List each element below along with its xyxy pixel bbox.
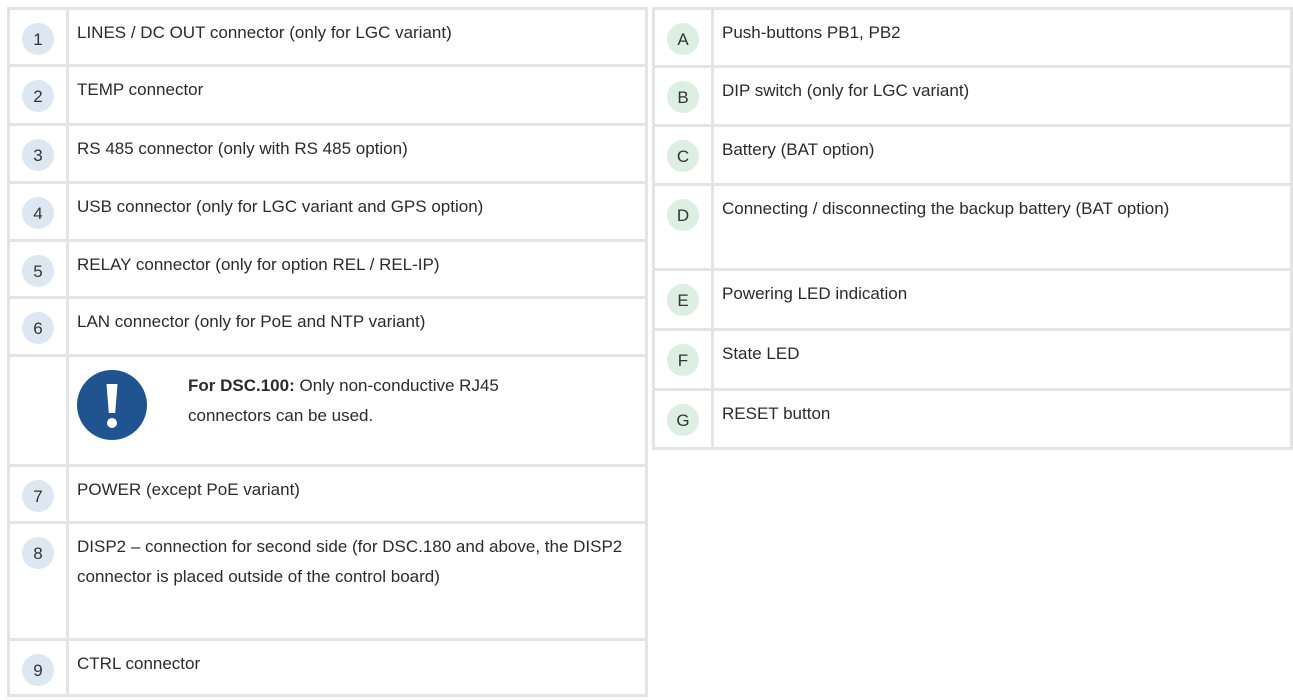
number-cell: 2	[7, 64, 69, 126]
letter-cell: B	[652, 65, 714, 127]
item-description: Battery (BAT option)	[711, 124, 1293, 186]
letter-cell: A	[652, 7, 714, 68]
number-badge: 3	[22, 139, 54, 171]
table-row: A Push-buttons PB1, PB2	[652, 7, 1293, 68]
letter-badge: B	[667, 81, 699, 113]
empty-cell	[7, 354, 69, 467]
table-row: 5 RELAY connector (only for option REL /…	[7, 239, 648, 299]
item-description: USB connector (only for LGC variant and …	[66, 181, 648, 242]
letter-cell: D	[652, 183, 714, 271]
exclamation-icon	[77, 370, 147, 440]
item-description: RS 485 connector (only with RS 485 optio…	[66, 123, 648, 184]
item-description: Push-buttons PB1, PB2	[711, 7, 1293, 68]
letter-badge: A	[667, 23, 699, 55]
item-description: Powering LED indication	[711, 268, 1293, 331]
letter-badge: F	[667, 344, 699, 376]
note-text: For DSC.100: Only non-conductive RJ45 co…	[188, 371, 528, 431]
item-description: State LED	[711, 328, 1293, 391]
controls-table: A Push-buttons PB1, PB2 B DIP switch (on…	[652, 7, 1293, 450]
note-block: For DSC.100: Only non-conductive RJ45 co…	[77, 365, 635, 451]
letter-badge: E	[667, 284, 699, 316]
table-row: 6 LAN connector (only for PoE and NTP va…	[7, 296, 648, 357]
table-row: D Connecting / disconnecting the backup …	[652, 183, 1293, 271]
number-cell: 4	[7, 181, 69, 242]
number-badge: 5	[22, 255, 54, 287]
item-description: CTRL connector	[66, 638, 648, 697]
note-bold-label: For DSC.100:	[188, 376, 295, 395]
letter-cell: F	[652, 328, 714, 391]
letter-cell: C	[652, 124, 714, 186]
item-description: LAN connector (only for PoE and NTP vari…	[66, 296, 648, 357]
item-description: DIP switch (only for LGC variant)	[711, 65, 1293, 127]
table-row: C Battery (BAT option)	[652, 124, 1293, 186]
number-cell: 1	[7, 7, 69, 67]
table-row: 3 RS 485 connector (only with RS 485 opt…	[7, 123, 648, 184]
letter-badge: G	[667, 404, 699, 436]
letter-cell: E	[652, 268, 714, 331]
item-description: RESET button	[711, 388, 1293, 450]
item-description: LINES / DC OUT connector (only for LGC v…	[66, 7, 648, 67]
table-row: 1 LINES / DC OUT connector (only for LGC…	[7, 7, 648, 67]
number-badge: 4	[22, 197, 54, 229]
table-row: F State LED	[652, 328, 1293, 391]
connectors-table: 1 LINES / DC OUT connector (only for LGC…	[7, 7, 648, 697]
note-cell: For DSC.100: Only non-conductive RJ45 co…	[66, 354, 648, 467]
item-description: DISP2 – connection for second side (for …	[66, 521, 648, 641]
table-row: 9 CTRL connector	[7, 638, 648, 697]
item-description: POWER (except PoE variant)	[66, 464, 648, 524]
item-description: RELAY connector (only for option REL / R…	[66, 239, 648, 299]
item-description: Connecting / disconnecting the backup ba…	[711, 183, 1293, 271]
note-row: For DSC.100: Only non-conductive RJ45 co…	[7, 354, 648, 467]
letter-cell: G	[652, 388, 714, 450]
number-badge: 6	[22, 312, 54, 344]
table-row: 7 POWER (except PoE variant)	[7, 464, 648, 524]
number-cell: 3	[7, 123, 69, 184]
number-cell: 6	[7, 296, 69, 357]
letter-badge: D	[667, 199, 699, 231]
number-cell: 9	[7, 638, 69, 697]
table-row: 8 DISP2 – connection for second side (fo…	[7, 521, 648, 641]
number-cell: 8	[7, 521, 69, 641]
table-row: E Powering LED indication	[652, 268, 1293, 331]
number-badge: 7	[22, 480, 54, 512]
number-cell: 7	[7, 464, 69, 524]
table-row: G RESET button	[652, 388, 1293, 450]
letter-badge: C	[667, 140, 699, 172]
number-badge: 2	[22, 80, 54, 112]
table-row: B DIP switch (only for LGC variant)	[652, 65, 1293, 127]
table-row: 2 TEMP connector	[7, 64, 648, 126]
number-badge: 9	[22, 654, 54, 686]
number-badge: 1	[22, 23, 54, 55]
table-row: 4 USB connector (only for LGC variant an…	[7, 181, 648, 242]
number-cell: 5	[7, 239, 69, 299]
item-description: TEMP connector	[66, 64, 648, 126]
number-badge: 8	[22, 537, 54, 569]
